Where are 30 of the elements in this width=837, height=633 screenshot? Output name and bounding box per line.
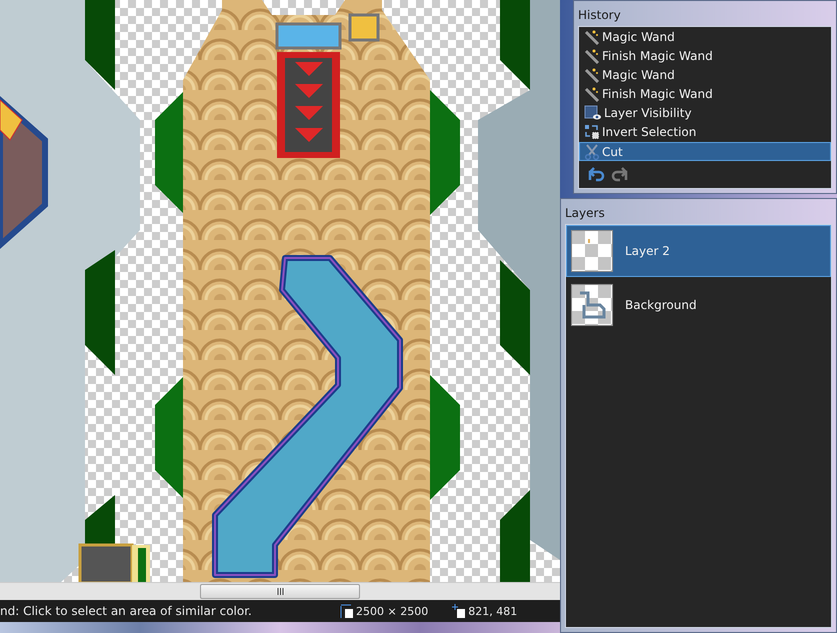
scissors-icon: [584, 144, 600, 160]
layer-item[interactable]: Background: [566, 279, 831, 331]
panel-title: Layers: [565, 205, 606, 222]
history-item[interactable]: Finish Magic Wand: [579, 84, 831, 104]
cursor-position-icon: [452, 603, 466, 619]
history-item[interactable]: Magic Wand: [579, 65, 831, 84]
eye-layer-icon: [584, 105, 602, 122]
image-size-icon: [340, 603, 354, 619]
grip-icon: [276, 588, 284, 595]
scrollbar-thumb[interactable]: [200, 584, 360, 599]
magic-wand-icon: [584, 66, 600, 83]
layer-item[interactable]: Layer 2: [566, 225, 831, 277]
history-item[interactable]: Invert Selection: [579, 122, 831, 142]
redo-icon[interactable]: [611, 166, 629, 183]
history-item[interactable]: Cut: [579, 142, 831, 162]
panel-title: History: [578, 7, 622, 24]
undo-icon[interactable]: [587, 166, 605, 183]
history-item[interactable]: Magic Wand: [579, 27, 831, 46]
layer-thumbnail: [571, 230, 613, 272]
magic-wand-icon: [584, 48, 600, 64]
status-hint: nd: Click to select an area of similar color.: [0, 604, 253, 618]
horizontal-scrollbar[interactable]: [0, 582, 560, 600]
cursor-position: 821, 481: [468, 604, 518, 618]
history-item[interactable]: Finish Magic Wand: [579, 46, 831, 66]
magic-wand-icon: [584, 86, 600, 102]
layer-thumbnail: [571, 284, 613, 326]
history-item[interactable]: Layer Visibility: [579, 104, 831, 123]
magic-wand-icon: [584, 28, 600, 45]
invert-selection-icon: [584, 124, 600, 140]
image-size: 2500 × 2500: [356, 604, 428, 618]
